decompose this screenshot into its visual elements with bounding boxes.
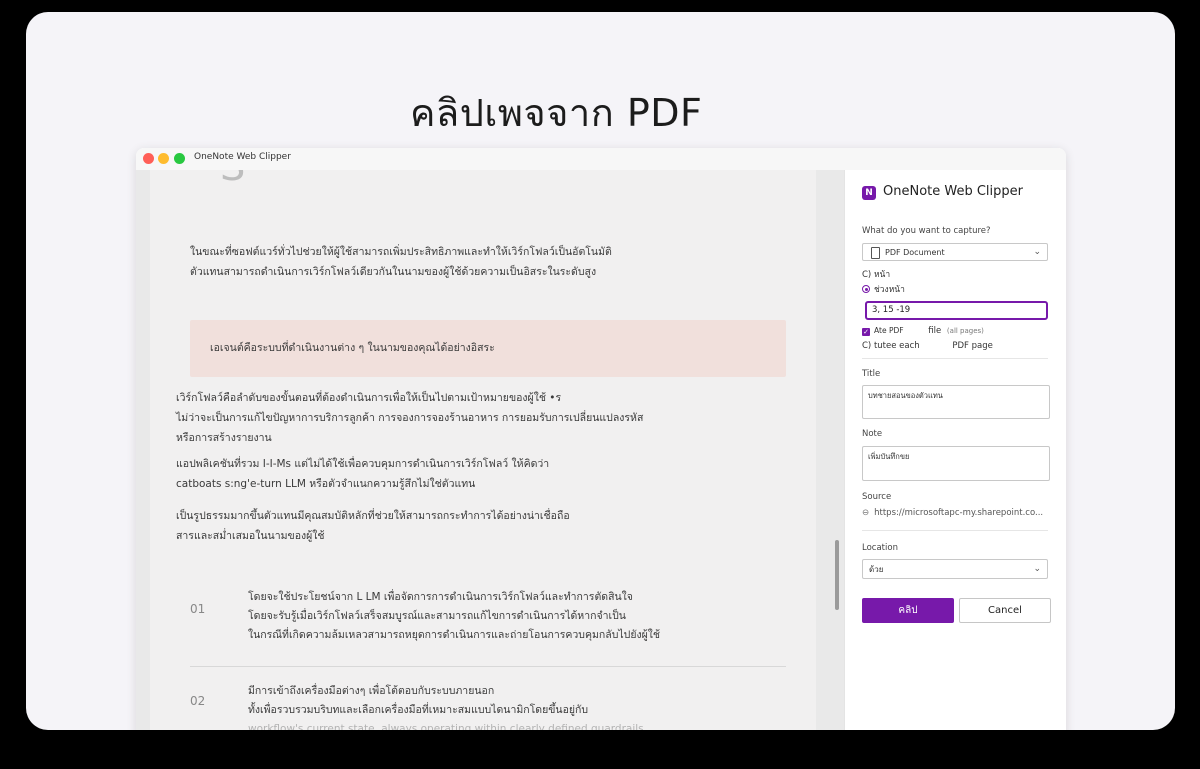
attach-pdf-label: Ate PDF <box>874 326 904 335</box>
link-icon: ⊖ <box>862 508 870 518</box>
section-divider <box>862 358 1048 359</box>
pdf-page: S ในขณะที่ซอฟต์แวร์ทั่วไปช่วยให้ผู้ใช้สา… <box>150 170 816 730</box>
capture-mode-select[interactable]: PDF Document ⌄ <box>862 243 1048 261</box>
text-line: เป็นรูปธรรมมากขึ้นตัวแทนมีคุณสมบัติหลักท… <box>176 510 570 522</box>
note-label: Note <box>862 429 883 439</box>
option-each-tail: PDF page <box>952 341 993 351</box>
title-field[interactable]: บทชายสอนของตัวแทน <box>862 385 1050 419</box>
note-field[interactable]: เพิ่มบันทึกขย <box>862 446 1050 481</box>
text-line: ในกรณีที่เกิดความล้มเหลวสามารถหยุดการดำเ… <box>248 629 661 641</box>
capture-mode-value: PDF Document <box>885 248 945 257</box>
close-window-button[interactable] <box>143 153 154 164</box>
attach-pdf-option[interactable]: ✓ Ate PDF file (all pages) <box>862 326 984 336</box>
step-divider <box>190 666 786 667</box>
location-label: Location <box>862 543 898 553</box>
clipper-panel: N OneNote Web Clipper What do you want t… <box>844 170 1066 730</box>
option-page-range[interactable]: ช่วงหน้า <box>862 282 905 296</box>
option-range-label: ช่วงหน้า <box>874 285 905 295</box>
slide-card: คลิปเพจจาก PDF OneNote Web Clipper S ในข… <box>26 12 1175 730</box>
callout-text: เอเจนต์คือระบบที่ดำเนินงานต่าง ๆ ในนามขอ… <box>210 342 495 354</box>
option-each-label: C) tutee each <box>862 341 920 351</box>
text-line: แอปพลิเคชันที่รวม I-I-Ms แต่ไม่ได้ใช้เพื… <box>176 458 550 470</box>
window-title: OneNote Web Clipper <box>194 152 291 162</box>
checkbox-checked-icon[interactable]: ✓ <box>862 328 870 336</box>
step-text: โดยจะใช้ประโยชน์จาก L LM เพื่อจัดการการด… <box>248 588 660 645</box>
source-link[interactable]: ⊖ https://microsoftapc-my.sharepoint.co..… <box>862 508 1043 518</box>
text-line-faded: workflow's current state, always operati… <box>248 723 647 730</box>
source-url: https://microsoftapc-my.sharepoint.co... <box>874 508 1044 518</box>
text-line: ไม่ว่าจะเป็นการแก้ไขปัญหาการบริการลูกค้า… <box>176 412 644 424</box>
option-pages[interactable]: C) หน้า <box>862 267 890 281</box>
paragraph-llm: แอปพลิเคชันที่รวม I-I-Ms แต่ไม่ได้ใช้เพื… <box>176 454 549 494</box>
attach-pdf-file: file <box>928 326 942 336</box>
page-heading-fragment: S <box>220 170 245 190</box>
location-value: ด้วย <box>869 565 884 574</box>
onenote-logo-icon: N <box>862 186 876 200</box>
location-select[interactable]: ด้วย ⌄ <box>862 559 1048 579</box>
step-text: มีการเข้าถึงเครื่องมือต่างๆ เพื่อโต้ตอบก… <box>248 682 647 730</box>
document-scrollbar[interactable] <box>835 540 839 610</box>
cancel-button[interactable]: Cancel <box>959 598 1051 623</box>
title-label: Title <box>862 369 881 379</box>
chevron-down-icon: ⌄ <box>1033 247 1041 257</box>
document-icon <box>871 247 880 259</box>
step-number: 01 <box>190 602 206 616</box>
callout-box: เอเจนต์คือระบบที่ดำเนินงานต่าง ๆ ในนามขอ… <box>190 320 786 377</box>
headline: คลิปเพจจาก PDF <box>410 91 703 135</box>
text-line: ในขณะที่ซอฟต์แวร์ทั่วไปช่วยให้ผู้ใช้สามา… <box>190 246 612 258</box>
option-each-page[interactable]: C) tutee each PDF page <box>862 341 993 351</box>
attach-pdf-note: (all pages) <box>946 327 984 335</box>
page-range-input[interactable]: 3, 15 -19 <box>865 301 1048 320</box>
capture-label: What do you want to capture? <box>862 226 991 236</box>
text-line: catboats s:ng'e-turn LLM หรือตัวจำแนกควา… <box>176 478 476 490</box>
pdf-viewer: S ในขณะที่ซอฟต์แวร์ทั่วไปช่วยให้ผู้ใช้สา… <box>136 170 844 730</box>
text-line: ทั้งเพื่อรวบรวมบริบทและเลือกเครื่องมือที… <box>248 704 589 716</box>
step-number: 02 <box>190 694 206 708</box>
minimize-window-button[interactable] <box>158 153 169 164</box>
clip-button[interactable]: คลิป <box>862 598 954 623</box>
paragraph-intro: ในขณะที่ซอฟต์แวร์ทั่วไปช่วยให้ผู้ใช้สามา… <box>190 242 612 282</box>
chevron-down-icon: ⌄ <box>1033 564 1041 574</box>
option-pages-label: C) หน้า <box>862 270 891 280</box>
source-label: Source <box>862 492 892 502</box>
app-window: OneNote Web Clipper S ในขณะที่ซอฟต์แวร์ท… <box>136 148 1066 730</box>
text-line: มีการเข้าถึงเครื่องมือต่างๆ เพื่อโต้ตอบก… <box>248 685 495 697</box>
radio-selected-icon[interactable] <box>862 285 870 293</box>
text-line: ตัวแทนสามารถดำเนินการเวิร์กโฟลว์เดียวกัน… <box>190 266 597 278</box>
paragraph-workflow: เวิร์กโฟลว์คือลำดับของขั้นตอนที่ต้องดำเน… <box>176 388 643 448</box>
text-line: โดยจะรับรู้เมื่อเวิร์กโฟลว์เสร็จสมบูรณ์แ… <box>248 610 626 622</box>
paragraph-properties: เป็นรูปธรรมมากขึ้นตัวแทนมีคุณสมบัติหลักท… <box>176 506 570 546</box>
maximize-window-button[interactable] <box>174 153 185 164</box>
clipper-brand: OneNote Web Clipper <box>883 184 1023 199</box>
text-line: หรือการสร้างรายงาน <box>176 432 272 444</box>
section-divider <box>862 530 1048 531</box>
text-line: เวิร์กโฟลว์คือลำดับของขั้นตอนที่ต้องดำเน… <box>176 392 562 404</box>
text-line: สารและสม่ำเสมอในนามของผู้ใช้ <box>176 530 325 542</box>
text-line: โดยจะใช้ประโยชน์จาก L LM เพื่อจัดการการด… <box>248 591 633 603</box>
title-bar: OneNote Web Clipper <box>136 148 1066 171</box>
